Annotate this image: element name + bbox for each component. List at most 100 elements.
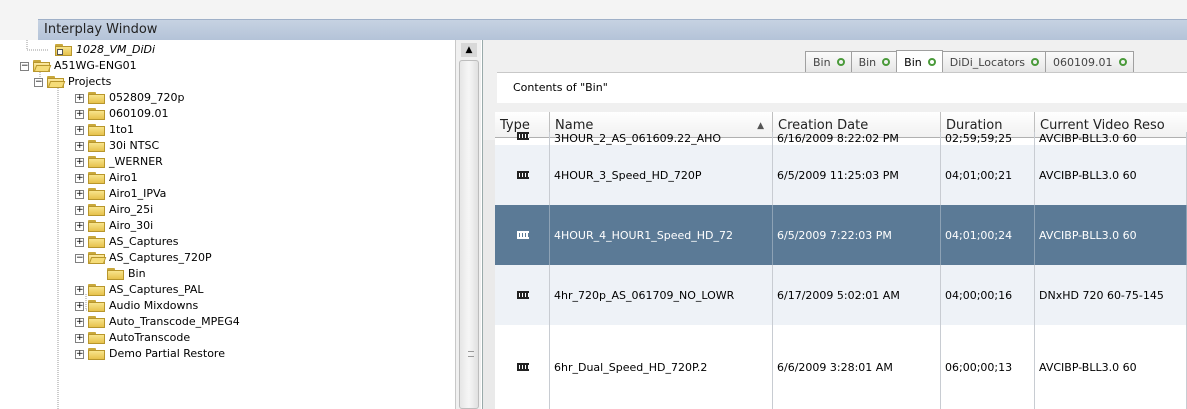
tree-item[interactable]: − AS_Captures_720P: [75, 250, 212, 266]
created-cell: 6/6/2009 3:28:01 AM: [773, 325, 941, 409]
table-row[interactable]: 3HOUR_2_AS_061609.22_AHO 6/16/2009 8:22:0…: [495, 132, 1187, 146]
shortcut-folder-icon: [55, 44, 72, 56]
tree-item[interactable]: + AutoTranscode: [75, 330, 190, 346]
tab-label: Bin: [904, 55, 922, 69]
duration-cell: 04;01;00;24: [941, 205, 1035, 265]
tree-item-label: AS_Captures_PAL: [109, 283, 204, 296]
tree-item[interactable]: +1to1: [75, 122, 134, 138]
tree-item-label: _WERNER: [109, 155, 163, 168]
created-cell: 6/5/2009 11:25:03 PM: [773, 145, 941, 205]
folder-icon: [88, 204, 105, 216]
tree-item[interactable]: Bin: [94, 266, 146, 282]
resolution-cell: DNxHD 720 60-75-145: [1035, 265, 1187, 325]
folder-icon: [88, 188, 105, 200]
resolution-cell: AVCIBP-BLL3.0 60: [1035, 145, 1187, 205]
folder-open-icon: [88, 252, 107, 264]
expand-icon[interactable]: +: [75, 141, 84, 151]
title-bar: Interplay Window: [0, 0, 1187, 40]
folder-icon: [88, 124, 105, 136]
tree-item[interactable]: + Demo Partial Restore: [75, 346, 225, 362]
tab-bin[interactable]: Bin: [850, 51, 898, 72]
tree-item[interactable]: +30i NTSC: [75, 138, 159, 154]
table-row[interactable]: 4HOUR_3_Speed_HD_720P 6/5/2009 11:25:03 P…: [495, 145, 1187, 205]
tab-bin[interactable]: Bin: [896, 50, 943, 73]
table-row[interactable]: 4HOUR_4_HOUR1_Speed_HD_72 6/5/2009 7:22:0…: [495, 205, 1187, 265]
folder-icon: [88, 284, 105, 296]
status-ring-icon: [1031, 58, 1040, 66]
expand-icon[interactable]: +: [75, 157, 84, 167]
folder-icon: [88, 236, 105, 248]
tree-item[interactable]: 1028_VM_DiDi: [42, 42, 155, 58]
tree-item[interactable]: + Airo1_IPVa: [75, 186, 166, 202]
name-cell: 4HOUR_4_HOUR1_Speed_HD_72: [550, 205, 773, 265]
table-row[interactable]: 6hr_Dual_Speed_HD_720P.2 6/6/2009 3:28:01…: [495, 325, 1187, 409]
collapse-icon[interactable]: −: [75, 253, 84, 263]
tree-item[interactable]: + Airo_30i: [75, 218, 153, 234]
folder-icon: [88, 300, 105, 312]
tree-item[interactable]: + Audio Mixdowns: [75, 298, 198, 314]
tree-item[interactable]: +052809_720p: [75, 90, 184, 106]
tree-item[interactable]: + Auto_Transcode_MPEG4: [75, 314, 240, 330]
resolution-cell: AVCIBP-BLL3.0 60: [1035, 325, 1187, 409]
tab-bin[interactable]: Bin: [805, 51, 852, 72]
folder-icon: [107, 268, 124, 280]
clip-icon: [517, 171, 529, 179]
tree-item[interactable]: − Projects: [34, 74, 111, 90]
tree-item[interactable]: +060109.01: [75, 106, 169, 122]
expand-icon[interactable]: +: [75, 173, 84, 183]
tree-item-label: A51WG-ENG01: [54, 59, 137, 72]
duration-cell: 04;00;00;16: [941, 265, 1035, 325]
type-cell: [495, 265, 550, 325]
tree-item[interactable]: + Airo_25i: [75, 202, 153, 218]
tree-connector-lines: [26, 40, 98, 409]
tab-label: DiDi_Locators: [949, 55, 1026, 69]
tree-item-label: 30i NTSC: [109, 139, 160, 152]
tab-didi-locators[interactable]: DiDi_Locators: [941, 51, 1047, 72]
tree-item-label: Bin: [128, 267, 146, 280]
expand-icon[interactable]: +: [75, 109, 84, 119]
contents-label: Contents of "Bin": [497, 72, 1187, 103]
bin-table: Type Name ▲ Creation Date Duration Curre…: [495, 112, 1187, 409]
expand-icon[interactable]: +: [75, 205, 84, 215]
expand-icon[interactable]: +: [75, 285, 84, 295]
name-cell: 6hr_Dual_Speed_HD_720P.2: [550, 325, 773, 409]
clip-icon: [517, 231, 529, 239]
folder-icon: [88, 220, 105, 232]
tree-item[interactable]: − A51WG-ENG01: [20, 58, 137, 74]
tab-label: Bin: [813, 55, 831, 69]
tree-item[interactable]: + AS_Captures: [75, 234, 178, 250]
tab-060109-01[interactable]: 060109.01: [1045, 51, 1134, 72]
tree-item-label: 060109.01: [109, 107, 169, 120]
collapse-icon[interactable]: −: [20, 61, 29, 71]
clip-icon: [517, 291, 529, 299]
expand-icon[interactable]: +: [75, 189, 84, 199]
window-title: Interplay Window: [38, 19, 1187, 40]
tree-item[interactable]: + AS_Captures_PAL: [75, 282, 204, 298]
tree-item[interactable]: + _WERNER: [75, 154, 163, 170]
expand-icon[interactable]: +: [75, 93, 84, 103]
expand-icon[interactable]: +: [75, 349, 84, 359]
status-ring-icon: [1118, 58, 1127, 66]
collapse-icon[interactable]: −: [34, 77, 43, 87]
table-row[interactable]: 4hr_720p_AS_061709_NO_LOWR 6/17/2009 5:02…: [495, 265, 1187, 325]
scroll-up-arrow-icon[interactable]: ▲: [461, 43, 477, 57]
tab-label: Bin: [858, 55, 877, 69]
expand-icon[interactable]: +: [75, 125, 84, 135]
type-cell: [495, 145, 550, 205]
expand-icon[interactable]: +: [75, 237, 84, 247]
clip-icon: [517, 132, 529, 140]
tree-item-label: Audio Mixdowns: [109, 299, 199, 312]
tree-item-label: Projects: [68, 75, 112, 88]
expand-icon[interactable]: +: [75, 221, 84, 231]
scroll-thumb[interactable]: [459, 60, 479, 409]
tree-scrollbar[interactable]: ▲: [455, 40, 481, 409]
bin-tabs: Bin Bin Bin DiDi_Locators 060109.01: [805, 50, 1134, 73]
created-cell: 6/17/2009 5:02:01 AM: [773, 265, 941, 325]
clip-icon: [517, 363, 529, 371]
duration-cell: 02;59;59;25: [941, 132, 1035, 146]
expand-icon[interactable]: +: [75, 333, 84, 343]
expand-icon[interactable]: +: [75, 317, 84, 327]
tree-item-label: Airo1: [109, 171, 138, 184]
expand-icon[interactable]: +: [75, 301, 84, 311]
tree-item[interactable]: + Airo1: [75, 170, 138, 186]
